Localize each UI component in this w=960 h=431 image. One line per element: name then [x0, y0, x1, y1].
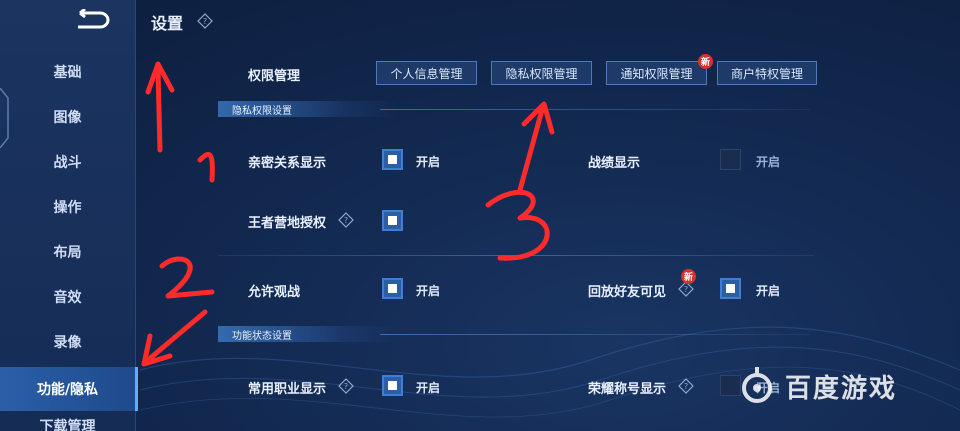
watermark-text: 百度游戏 — [785, 373, 898, 404]
state-text: 开启 — [416, 155, 441, 169]
checkbox-camp-auth[interactable] — [382, 210, 403, 231]
sidebar-item-function-privacy[interactable]: 功能/隐私 — [0, 367, 138, 411]
section-line — [380, 334, 810, 335]
checkbox-dot — [388, 284, 397, 293]
help-icon[interactable]: ? — [678, 378, 694, 394]
state-text: 开启 — [416, 284, 441, 298]
svg-text:?: ? — [344, 216, 348, 225]
sidebar-item-combat[interactable]: 战斗 — [0, 142, 135, 182]
baidu-game-logo-icon — [742, 367, 772, 403]
sidebar-item-controls[interactable]: 操作 — [0, 187, 135, 227]
state-text: 开启 — [756, 284, 781, 298]
sidebar-item-replay[interactable]: 录像 — [0, 322, 135, 362]
new-badge: 新 — [681, 269, 696, 284]
setting-label-role: 常用职业显示 — [248, 382, 327, 397]
checkbox-role[interactable] — [382, 375, 403, 396]
checkbox-spectate[interactable] — [382, 278, 403, 299]
svg-text:?: ? — [344, 382, 348, 391]
svg-text:?: ? — [684, 382, 688, 391]
checkbox-record[interactable] — [720, 149, 741, 170]
merchant-privilege-button[interactable]: 商户特权管理 — [717, 61, 817, 85]
permission-management-label: 权限管理 — [248, 69, 301, 84]
privacy-permission-button[interactable]: 隐私权限管理 — [491, 61, 592, 85]
section-line — [380, 109, 810, 110]
checkbox-dot — [726, 284, 735, 293]
setting-label-intimacy: 亲密关系显示 — [248, 156, 327, 171]
setting-label-camp-auth: 王者营地授权 — [248, 216, 327, 231]
setting-label-record: 战绩显示 — [588, 156, 641, 171]
state-text: 开启 — [416, 381, 441, 395]
setting-label-spectate: 允许观战 — [248, 285, 301, 300]
section-header-privacy: 隐私权限设置 — [218, 101, 398, 117]
back-arrow-icon — [78, 9, 110, 29]
setting-label-replay-visible: 回放好友可见 — [588, 285, 667, 300]
section-header-function: 功能状态设置 — [218, 326, 398, 342]
sidebar-item-basic[interactable]: 基础 — [0, 52, 135, 92]
hexagon-decoration — [0, 88, 9, 148]
help-icon[interactable]: ? — [338, 378, 354, 394]
personal-info-button[interactable]: 个人信息管理 — [376, 61, 477, 85]
divider — [218, 255, 814, 256]
sidebar-item-layout[interactable]: 布局 — [0, 232, 135, 272]
page-title: 设置 — [151, 14, 184, 33]
sidebar-item-download[interactable]: 下载管理 — [0, 416, 135, 431]
help-icon[interactable]: ? — [338, 212, 354, 228]
setting-label-honor-title: 荣耀称号显示 — [588, 382, 667, 397]
checkbox-intimacy[interactable] — [382, 149, 403, 170]
sidebar-item-graphics[interactable]: 图像 — [0, 97, 135, 137]
notification-permission-button[interactable]: 通知权限管理 — [606, 61, 707, 85]
help-icon[interactable]: ? — [197, 13, 213, 29]
checkbox-dot — [388, 216, 397, 225]
sidebar-item-sound[interactable]: 音效 — [0, 277, 135, 317]
sidebar: 基础 图像 战斗 操作 布局 音效 录像 功能/隐私 下载管理 — [0, 0, 138, 431]
checkbox-dot — [388, 381, 397, 390]
svg-text:?: ? — [684, 285, 688, 294]
new-badge: 新 — [698, 54, 713, 69]
back-button[interactable] — [70, 6, 114, 34]
svg-text:?: ? — [203, 17, 207, 26]
checkbox-replay-visible[interactable] — [720, 278, 741, 299]
checkbox-dot — [388, 155, 397, 164]
state-text: 开启 — [756, 155, 781, 169]
watermark: 百度游戏 — [735, 364, 897, 408]
